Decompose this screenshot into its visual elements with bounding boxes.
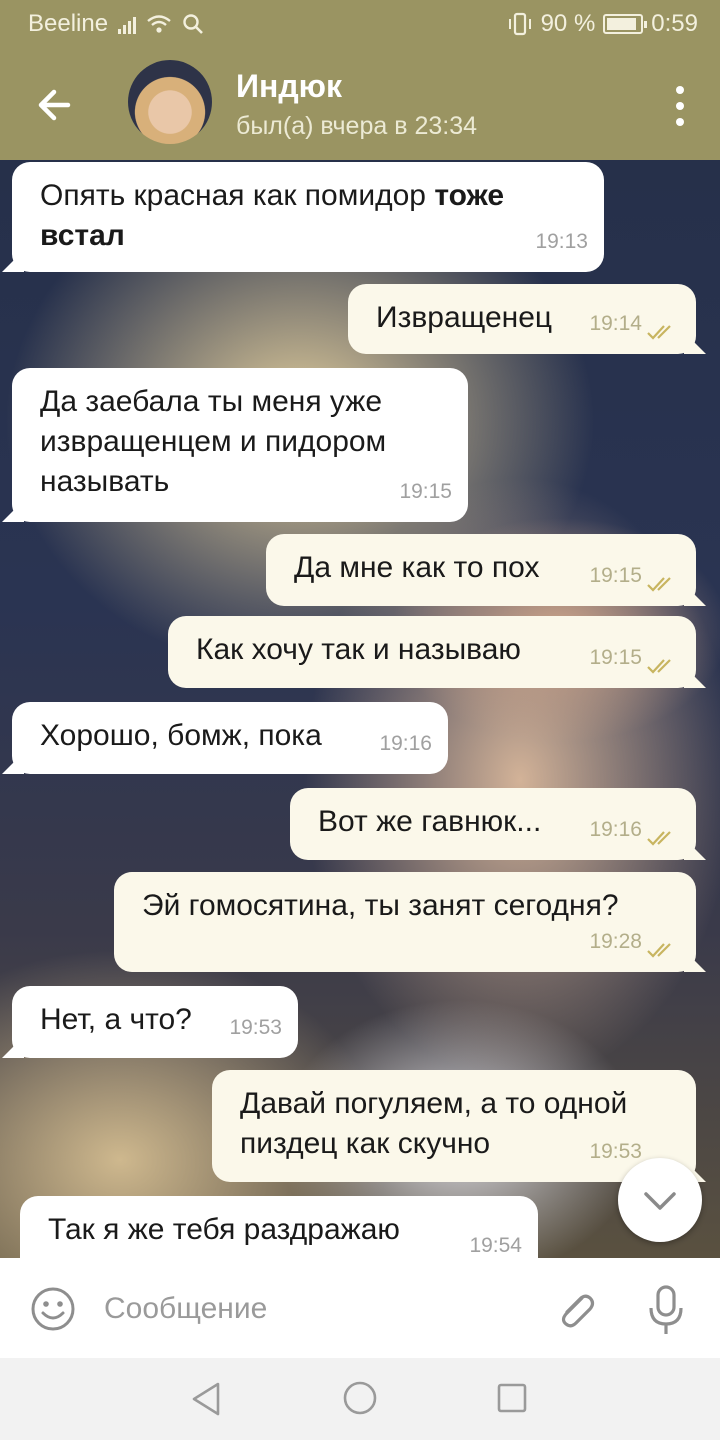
message-time: 19:15 — [589, 646, 642, 669]
message-bubble[interactable]: Эй гомосятина, ты занят сегодня? 19:28 — [114, 872, 696, 972]
message-list[interactable]: Опять красная как помидор тоже встал 19:… — [0, 160, 720, 1258]
scroll-down-button[interactable] — [618, 1158, 702, 1242]
message-time: 19:15 — [589, 564, 642, 587]
signal-icon — [118, 14, 137, 34]
message-text: Давай погуляем, а то одной пиздец как ск… — [240, 1087, 628, 1160]
message-text: Вот же гавнюк... — [318, 805, 542, 838]
message-bubble[interactable]: Да мне как то пох 19:15 — [266, 534, 696, 606]
message-time: 19:13 — [535, 230, 588, 253]
message-text: Извращенец — [376, 301, 553, 334]
message-text: Как хочу так и называю — [196, 633, 521, 666]
last-seen-status: был(а) вчера в 23:34 — [236, 112, 478, 140]
message-text: Так я же тебя раздражаю — [48, 1213, 400, 1246]
avatar[interactable] — [128, 60, 212, 144]
message-text: Хорошо, бомж, пока — [40, 719, 322, 752]
double-check-icon — [647, 577, 671, 592]
message-bubble[interactable]: Так я же тебя раздражаю 19:54 — [20, 1196, 538, 1258]
message-composer: Сообщение — [0, 1258, 720, 1358]
microphone-icon[interactable] — [646, 1284, 686, 1336]
message-bubble[interactable]: Нет, а что? 19:53 — [12, 986, 298, 1058]
clock: 0:59 — [651, 10, 698, 37]
message-bubble[interactable]: Опять красная как помидор тоже встал 19:… — [12, 162, 604, 272]
message-time: 19:16 — [589, 818, 642, 841]
message-time: 19:53 — [229, 1016, 282, 1039]
message-text: Опять красная как помидор тоже встал — [40, 179, 505, 252]
wifi-icon — [147, 15, 171, 33]
message-bubble[interactable]: Извращенец 19:14 — [348, 284, 696, 354]
vertical-dots-icon[interactable] — [674, 86, 686, 126]
arrow-left-icon[interactable] — [30, 80, 80, 130]
double-check-icon — [647, 325, 671, 340]
smile-icon[interactable] — [30, 1286, 76, 1332]
nav-home-icon[interactable] — [342, 1380, 378, 1416]
message-text: Да мне как то пох — [294, 551, 540, 584]
message-time: 19:54 — [469, 1234, 522, 1257]
message-text: Эй гомосятина, ты занят сегодня? — [142, 889, 619, 922]
paperclip-icon[interactable] — [552, 1286, 600, 1334]
chat-header: Индюк был(а) вчера в 23:34 — [0, 48, 720, 160]
message-bubble[interactable]: Как хочу так и называю 19:15 — [168, 616, 696, 688]
message-input[interactable]: Сообщение — [104, 1292, 267, 1326]
double-check-icon — [647, 943, 671, 958]
message-text: Нет, а что? — [40, 1003, 192, 1036]
system-nav-bar — [0, 1358, 720, 1440]
search-icon — [183, 14, 203, 34]
chevron-down-icon — [644, 1192, 676, 1210]
status-bar: Beeline 90 % 0:59 — [0, 0, 720, 48]
nav-back-icon[interactable] — [188, 1380, 224, 1418]
vibrate-icon — [508, 12, 531, 36]
message-bubble[interactable]: Да заебала ты меня уже извращенцем и пид… — [12, 368, 468, 522]
message-bubble[interactable]: Вот же гавнюк... 19:16 — [290, 788, 696, 860]
double-check-icon — [647, 831, 671, 846]
battery-percent: 90 % — [540, 10, 596, 37]
message-time: 19:15 — [399, 480, 452, 503]
message-text: Да заебала ты меня уже извращенцем и пид… — [40, 385, 387, 498]
double-check-icon — [647, 659, 671, 674]
message-bubble[interactable]: Хорошо, бомж, пока 19:16 — [12, 702, 448, 774]
battery-icon — [603, 14, 648, 34]
carrier-name: Beeline — [28, 10, 109, 37]
contact-name[interactable]: Индюк — [236, 68, 342, 105]
message-time: 19:28 — [589, 930, 642, 953]
nav-recent-apps-icon[interactable] — [496, 1382, 528, 1414]
message-time: 19:16 — [379, 732, 432, 755]
message-time: 19:14 — [589, 312, 642, 335]
